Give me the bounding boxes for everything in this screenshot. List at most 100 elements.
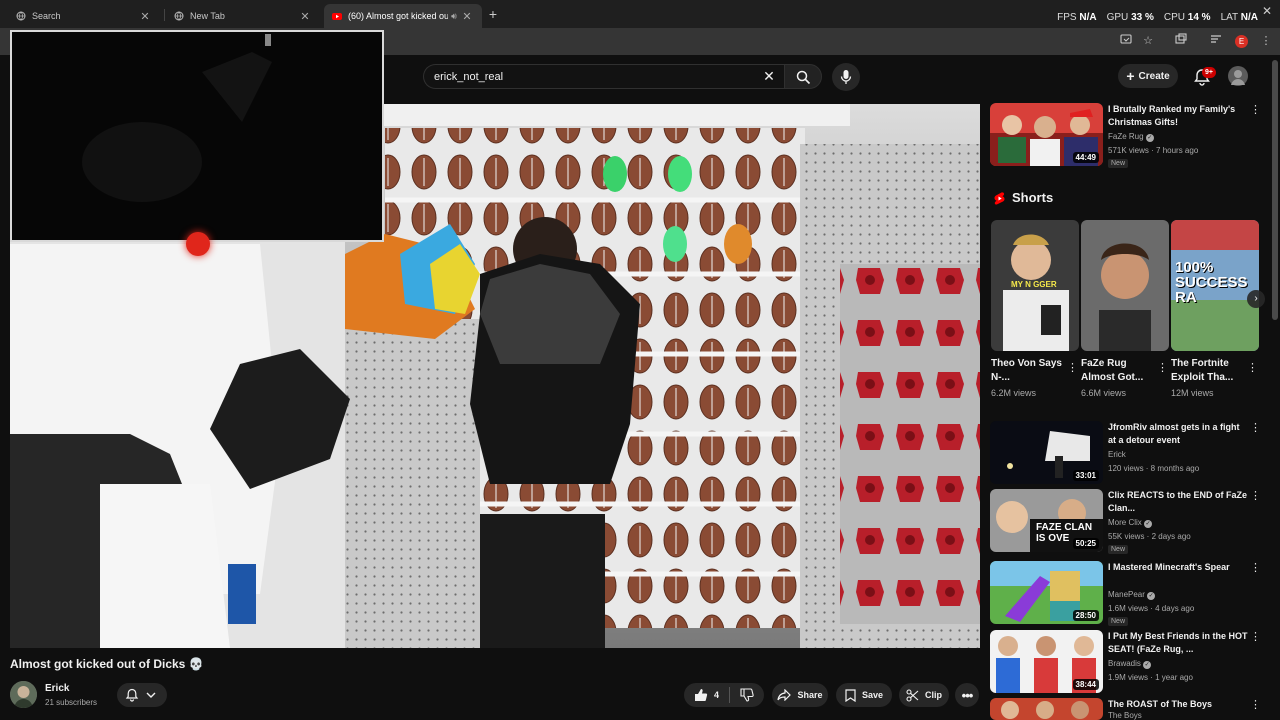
video-title[interactable]: I Mastered Minecraft's Spear: [1108, 561, 1248, 574]
video-thumbnail[interactable]: [990, 698, 1103, 720]
subscriber-count: 21 subscribers: [45, 698, 98, 707]
more-vertical-icon[interactable]: ⋮: [1250, 103, 1261, 119]
more-vertical-icon[interactable]: ⋮: [1250, 630, 1261, 646]
duration-badge: 38:44: [1072, 679, 1099, 690]
channel-name[interactable]: ManePear ✓: [1108, 590, 1156, 600]
profile-avatar[interactable]: E: [1235, 35, 1248, 48]
shorts-icon: [994, 192, 1005, 205]
duration-badge: 44:49: [1072, 152, 1099, 163]
cast-icon[interactable]: [1118, 33, 1134, 49]
tab-search[interactable]: Search ✕: [8, 4, 160, 28]
video-title[interactable]: I Brutally Ranked my Family's Christmas …: [1108, 103, 1248, 129]
chevron-right-icon[interactable]: ›: [1247, 290, 1265, 308]
short-views: 6.2M views: [991, 388, 1037, 398]
share-button[interactable]: Share: [772, 683, 828, 707]
globe-icon: [16, 11, 26, 21]
more-vertical-icon[interactable]: ⋮: [1157, 361, 1168, 374]
save-button[interactable]: Save: [836, 683, 892, 707]
more-actions-button[interactable]: •••: [955, 683, 979, 707]
globe-icon: [174, 11, 184, 21]
account-avatar[interactable]: [1228, 66, 1248, 86]
tab-close-icon[interactable]: ✕: [460, 10, 474, 23]
tab-new-tab[interactable]: New Tab ✕: [166, 4, 320, 28]
window-close-icon[interactable]: ✕: [1262, 4, 1272, 18]
channel-avatar[interactable]: [10, 681, 37, 708]
short-item[interactable]: FaZe Rug Almost Got... 6.6M views ⋮: [1081, 220, 1169, 398]
short-item[interactable]: MY N GGER Theo Von Says N-... 6.2M views…: [991, 220, 1079, 398]
more-vertical-icon[interactable]: ⋮: [1250, 489, 1261, 505]
more-vertical-icon[interactable]: ⋮: [1250, 421, 1261, 437]
short-title[interactable]: FaZe Rug Almost Got...: [1081, 357, 1153, 385]
verified-icon: ✓: [1143, 661, 1152, 669]
short-thumbnail[interactable]: 100% SUCCESS RA: [1171, 220, 1259, 351]
video-title[interactable]: JfromRiv almost gets in a fight at a det…: [1108, 421, 1248, 447]
sidebar-video[interactable]: FAZE CLAN IS OVE 50:25 Clix REACTS to th…: [990, 489, 1270, 554]
share-icon: [777, 689, 792, 701]
plus-icon: +: [1126, 68, 1135, 84]
channel-name[interactable]: Erick: [1108, 450, 1126, 459]
reading-list-icon[interactable]: [1208, 33, 1224, 49]
sidebar-video[interactable]: 28:50 I Mastered Minecraft's Spear ManeP…: [990, 561, 1270, 626]
video-thumbnail[interactable]: 33:01: [990, 421, 1103, 484]
short-thumbnail[interactable]: [1081, 220, 1169, 351]
tab-close-icon[interactable]: ✕: [138, 10, 152, 23]
youtube-icon: [332, 11, 342, 21]
tab-youtube-video[interactable]: (60) Almost got kicked out 🔊︎ ✕: [324, 4, 482, 28]
channel-name[interactable]: Erick: [45, 683, 69, 694]
video-thumbnail[interactable]: FAZE CLAN IS OVE 50:25: [990, 489, 1103, 552]
video-meta: 55K views · 2 days ago: [1108, 532, 1191, 541]
duration-badge: 28:50: [1072, 610, 1099, 621]
performance-overlay: FPS N/A GPU 33 % CPU 14 % LAT N/A: [1057, 12, 1258, 23]
duration-badge: 50:25: [1072, 538, 1099, 549]
new-badge: New: [1108, 617, 1129, 626]
video-title: Almost got kicked out of Dicks 💀: [10, 657, 204, 671]
bookmark-star-icon[interactable]: ☆: [1140, 33, 1156, 49]
channel-name[interactable]: FaZe Rug ✓: [1108, 132, 1154, 142]
subscription-bell-button[interactable]: [117, 683, 167, 707]
video-thumbnail[interactable]: 38:44: [990, 630, 1103, 693]
create-button[interactable]: + Create: [1118, 64, 1178, 88]
browser-menu-icon[interactable]: ⋮: [1258, 33, 1274, 49]
short-title[interactable]: Theo Von Says N-...: [991, 357, 1063, 385]
search-button[interactable]: [784, 64, 822, 89]
video-title[interactable]: The ROAST of The Boys: [1108, 698, 1248, 711]
thumbs-down-icon[interactable]: [740, 688, 754, 702]
sidebar-video[interactable]: 38:44 I Put My Best Friends in the HOT S…: [990, 630, 1270, 694]
sidebar-scrollbar[interactable]: [1272, 60, 1278, 320]
sidebar-video[interactable]: The ROAST of The Boys The Boys ⋮: [990, 698, 1270, 720]
more-vertical-icon[interactable]: ⋮: [1250, 561, 1261, 577]
short-title[interactable]: The Fortnite Exploit Tha...: [1171, 357, 1243, 385]
like-dislike-group: 4: [684, 683, 764, 707]
short-item[interactable]: 100% SUCCESS RA The Fortnite Exploit Tha…: [1171, 220, 1259, 398]
channel-name[interactable]: The Boys: [1108, 711, 1142, 720]
more-vertical-icon[interactable]: ⋮: [1247, 361, 1258, 374]
voice-search-button[interactable]: [832, 63, 860, 91]
search-icon: [796, 70, 811, 85]
channel-name[interactable]: More Clix ✓: [1108, 518, 1153, 528]
channel-name[interactable]: Brawadis ✓: [1108, 659, 1152, 669]
video-thumbnail[interactable]: 28:50: [990, 561, 1103, 624]
clip-button[interactable]: Clip: [899, 683, 949, 707]
tab-close-icon[interactable]: ✕: [298, 10, 312, 23]
short-thumbnail[interactable]: MY N GGER: [991, 220, 1079, 351]
new-tab-plus-icon[interactable]: +: [485, 6, 501, 22]
shorts-heading: Shorts: [1012, 190, 1054, 205]
like-button[interactable]: 4: [694, 688, 719, 702]
new-badge: New: [1108, 159, 1129, 168]
extensions-icon[interactable]: [1173, 33, 1189, 49]
short-views: 12M views: [1171, 388, 1214, 398]
speaker-icon[interactable]: 🔊︎: [448, 11, 460, 22]
search-input[interactable]: [434, 69, 734, 85]
more-vertical-icon[interactable]: ⋮: [1250, 698, 1261, 714]
clear-search-icon[interactable]: ✕: [760, 67, 778, 85]
browser-tab-bar: Search ✕ New Tab ✕ (60) Almost got kicke…: [0, 0, 1280, 28]
video-thumbnail[interactable]: 44:49: [990, 103, 1103, 166]
verified-icon: ✓: [1144, 520, 1153, 528]
video-title[interactable]: Clix REACTS to the END of FaZe Clan...: [1108, 489, 1248, 515]
tab-label: (60) Almost got kicked out: [348, 11, 448, 21]
webcam-feed: [12, 32, 382, 240]
sidebar-video-top[interactable]: 44:49 I Brutally Ranked my Family's Chri…: [990, 103, 1270, 168]
sidebar-video[interactable]: 33:01 JfromRiv almost gets in a fight at…: [990, 421, 1270, 485]
more-vertical-icon[interactable]: ⋮: [1067, 361, 1078, 374]
video-title[interactable]: I Put My Best Friends in the HOT SEAT! (…: [1108, 630, 1248, 656]
